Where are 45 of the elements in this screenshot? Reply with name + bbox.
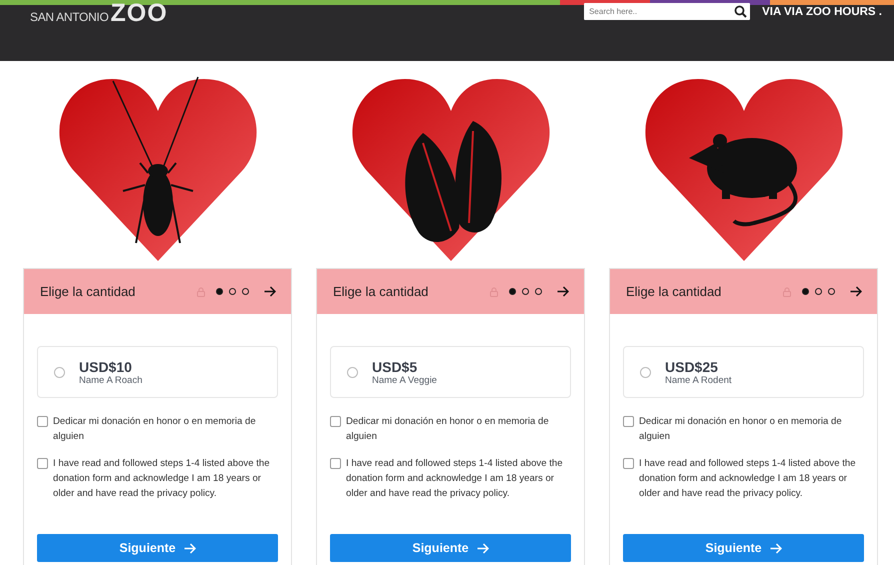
checkbox-label: I have read and followed steps 1-4 listed above the donation form and acknowledge I am 18 years or older and have read the privacy policy.: [53, 457, 271, 501]
checkbox[interactable]: [37, 416, 48, 427]
amount-option[interactable]: USD$25 Name A Rodent: [623, 346, 864, 398]
next-button[interactable]: Siguiente: [330, 534, 571, 562]
arrow-right-icon: [476, 542, 489, 554]
step-title: Elige la cantidad: [626, 284, 722, 299]
checkbox[interactable]: [330, 416, 341, 427]
amount-option[interactable]: USD$10 Name A Roach: [37, 346, 278, 398]
checkbox-label: I have read and followed steps 1-4 listed above the donation form and acknowledge I am 18 years or older and have read the privacy policy.: [346, 457, 564, 501]
next-button[interactable]: Siguiente: [37, 534, 278, 562]
amount-description: Name A Roach: [79, 374, 142, 386]
amount-description: Name A Veggie: [372, 374, 437, 386]
lock-icon: [197, 286, 205, 296]
search-field[interactable]: Search here..: [584, 3, 750, 20]
lock-icon: [490, 286, 498, 296]
amount-text: USD$5: [372, 358, 418, 374]
radio-button[interactable]: [347, 366, 358, 378]
lock-icon: [783, 286, 791, 296]
amount-text: USD$25: [665, 358, 719, 374]
amount-option[interactable]: USD$5 Name A Veggie: [330, 346, 571, 398]
arrow-right-icon[interactable]: [557, 286, 569, 297]
step-title: Elige la cantidad: [40, 284, 136, 299]
checkbox[interactable]: [330, 458, 341, 469]
checkbox-label: I have read and followed steps 1-4 listed above the donation form and acknowledge I am 18 years or older and have read the privacy policy.: [639, 457, 857, 501]
checkbox[interactable]: [623, 458, 634, 469]
arrow-right-icon[interactable]: [850, 286, 862, 297]
checkbox-label: Dedicar mi donación en honor o en memoria de alguien: [346, 415, 550, 444]
amount-text: USD$10: [79, 358, 133, 374]
arrow-right-icon: [184, 542, 196, 554]
logo-text: SAN ANTONIO: [30, 10, 108, 24]
arrow-right-icon: [770, 542, 782, 554]
amount-description: Name A Rodent: [665, 374, 732, 386]
zoo-hours-link[interactable]: VIA VIA ZOO HOURS .: [762, 6, 882, 18]
radio-button[interactable]: [640, 366, 651, 378]
checkbox-label: Dedicar mi donación en honor o en memoria de alguien: [53, 415, 257, 444]
step-title: Elige la cantidad: [333, 284, 428, 299]
radio-button[interactable]: [54, 366, 65, 378]
checkbox[interactable]: [37, 458, 48, 469]
checkbox[interactable]: [623, 416, 634, 427]
search-icon[interactable]: [734, 5, 748, 18]
zoo-logo[interactable]: SAN ANTONIO ZOO: [30, 2, 168, 24]
arrow-right-icon[interactable]: [264, 286, 276, 297]
logo-wordmark: ZOO: [110, 2, 168, 24]
checkbox-label: Dedicar mi donación en honor o en memoria de alguien: [639, 415, 843, 444]
next-button[interactable]: Siguiente: [623, 534, 864, 562]
